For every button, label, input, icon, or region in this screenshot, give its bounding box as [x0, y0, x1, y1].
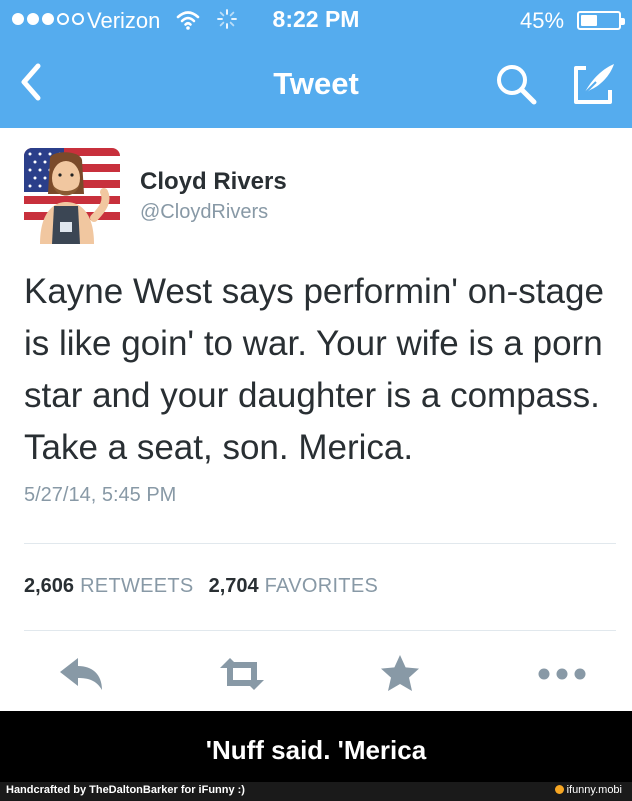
- credit-text: Handcrafted by TheDaltonBarker for iFunn…: [6, 784, 245, 796]
- battery-icon: [577, 11, 625, 30]
- top-bar: Verizon 8:22 PM 45% Tweet: [0, 0, 632, 128]
- star-icon[interactable]: [376, 654, 424, 694]
- retweets-stat[interactable]: 2,606 RETWEETS: [24, 575, 194, 598]
- favorites-label: FAVORITES: [264, 575, 379, 597]
- brand-watermark: ifunny.mobi: [554, 784, 622, 796]
- brand-text: ifunny.mobi: [566, 784, 622, 796]
- tweet-timestamp: 5/27/14, 5:45 PM: [24, 484, 177, 506]
- more-icon[interactable]: [536, 654, 588, 694]
- tweet-text: Kayne West says performin' on-stage is l…: [24, 272, 604, 467]
- author-name[interactable]: Cloyd Rivers: [140, 168, 287, 196]
- tweet-stats: 2,606 RETWEETS 2,704 FAVORITES: [24, 575, 378, 598]
- retweet-icon[interactable]: [218, 654, 266, 694]
- retweets-count: 2,606: [24, 575, 75, 597]
- avatar[interactable]: [24, 148, 120, 244]
- caption-band: 'Nuff said. 'Merica: [0, 711, 632, 786]
- favorites-stat[interactable]: 2,704 FAVORITES: [209, 575, 379, 598]
- favorites-count: 2,704: [208, 575, 259, 597]
- ifunny-logo-icon: [554, 785, 564, 794]
- nav-bar: Tweet: [0, 40, 632, 128]
- meme-caption: 'Nuff said. 'Merica: [205, 735, 427, 765]
- watermark-footer: Handcrafted by TheDaltonBarker for iFunn…: [0, 782, 632, 801]
- divider: [24, 630, 616, 631]
- retweets-label: RETWEETS: [80, 575, 194, 597]
- divider: [24, 543, 616, 544]
- battery-percent: 45%: [520, 8, 565, 33]
- author-handle[interactable]: @CloydRivers: [140, 201, 268, 224]
- compose-icon[interactable]: [570, 60, 618, 108]
- status-bar: Verizon 8:22 PM 45%: [0, 0, 632, 40]
- reply-icon[interactable]: [58, 654, 106, 694]
- search-icon[interactable]: [494, 62, 538, 106]
